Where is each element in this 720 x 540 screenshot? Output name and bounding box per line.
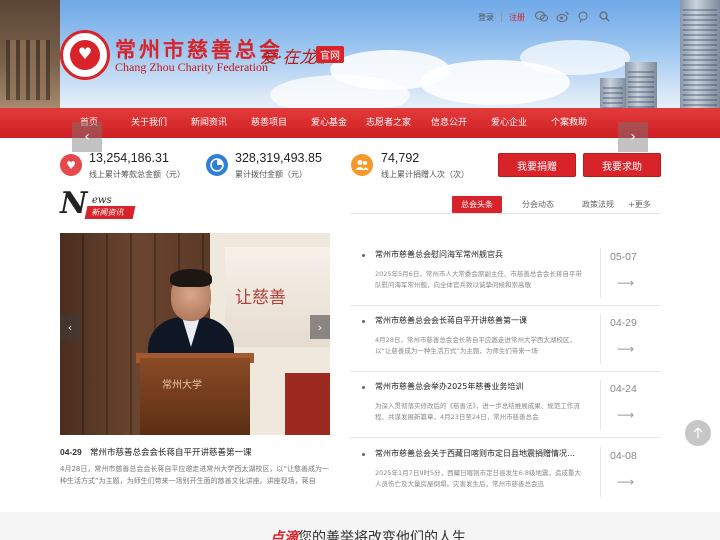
arrow-right-icon[interactable]: ⟶ [617,408,634,422]
stat-disbursed-value: 328,319,493.85 [235,151,322,165]
nav-item-news[interactable]: 新闻资讯 [191,108,227,138]
featured-date: 04-29 [60,447,82,457]
news-item-title[interactable]: 常州市慈善总会关于西藏日喀则市定日县地震捐赠情况… [375,448,585,459]
arrow-right-icon[interactable]: ⟶ [617,475,634,489]
news-item-desc: 2025年1月7日9时5分，西藏日喀则市定日县发生6.8级地震，造成重大人员伤亡… [375,469,581,488]
arrow-right-icon[interactable]: ⟶ [617,342,634,356]
featured-title[interactable]: 常州市慈善总会会长蒋自平开讲慈善第一课 [90,446,252,458]
back-to-top-button[interactable] [685,420,711,446]
news-item-date: 04-29 [610,317,637,329]
main-nav: 首页 关于我们 新闻资讯 慈善项目 爱心基金 志愿者之家 信息公开 爱心企业 个… [0,108,720,138]
featured-photo[interactable]: 让慈善 常州大学 ‹ › [60,233,330,435]
news-item-date: 04-08 [610,450,637,462]
heart-icon: ♥ [60,154,82,176]
news-heading-word: ews [92,195,112,206]
divider [600,380,601,430]
account-links: 登录 注册 [478,12,525,23]
search-icon[interactable] [597,10,611,23]
banner-next-button[interactable]: › [618,122,648,152]
pie-chart-icon [206,154,228,176]
banner-text: 让慈善 [235,288,286,308]
photo-next-button[interactable]: › [310,315,330,339]
stat-donors-label: 线上累计捐赠人次（次） [381,170,469,179]
podium: 常州大学 [140,358,250,435]
register-link[interactable]: 注册 [509,12,525,23]
nav-item-funds[interactable]: 爱心基金 [311,108,347,138]
tab-policies[interactable]: 政策法规 [582,196,614,213]
tab-branch-news[interactable]: 分会动态 [522,196,554,213]
divider [600,314,601,364]
pavilion-image [0,0,60,108]
stat-raised-value: 13,254,186.31 [89,151,169,165]
skyscraper-image [680,0,720,108]
podium-text: 常州大学 [162,380,202,391]
bottom-slogan-text: 您的善举将改变他们的人生 [298,530,466,540]
login-link[interactable]: 登录 [478,12,494,23]
bullet [362,453,365,456]
news-heading-cn: 新闻资讯 [84,206,136,219]
news-item-desc: 为深入贯彻落实修改后的《慈善法》，进一步总结推展成果、规范工作流程、共谋发展新篇… [375,402,580,421]
divider [600,248,601,298]
official-badge: 官网 [316,46,344,63]
donate-button[interactable]: 我要捐赠 [498,153,576,177]
banner-prev-button[interactable]: ‹ [72,122,102,152]
news-item-desc: 2025年5月6日，常州市人大常委会原副主任、市慈善总会会长蒋自平带队慰问海军常… [375,270,582,289]
divider [600,447,601,497]
social-icons [534,10,611,23]
nav-item-projects[interactable]: 慈善项目 [251,108,287,138]
nav-item-volunteers[interactable]: 志愿者之家 [366,108,411,138]
news-list-item[interactable]: 常州市慈善总会慰问海军常州舰官兵 2025年5月6日，常州市人大常委会原副主任、… [350,240,660,306]
featured-desc: 4月28日，常州市慈善总会会长蒋自平应邀走进常州大学西太湖校区，以“让慈善成为一… [60,465,329,485]
divider [501,13,502,22]
stat-raised-label: 线上累计筹款总金额（元） [89,170,185,179]
red-curtain [285,373,330,435]
weibo-icon[interactable] [555,10,569,23]
news-item-desc: 4月28日，常州市慈善总会会长蒋自平应邀走进常州大学西太湖校区，以“让慈善成为一… [375,336,576,355]
bottom-slogan-accent: 点滴 [270,530,298,540]
charity-logo[interactable] [60,30,110,80]
wechat-icon[interactable] [534,10,548,23]
news-list-item[interactable]: 常州市慈善总会会长蒋自平开讲慈善第一课 4月28日，常州市慈善总会会长蒋自平应邀… [350,306,660,372]
photo-prev-button[interactable]: ‹ [60,315,80,339]
tencent-weibo-icon[interactable] [576,10,590,23]
header-banner: 常州市慈善总会 Chang Zhou Charity Federation 爱·… [0,0,720,108]
more-link[interactable]: +更多 [628,196,651,213]
news-item-date: 04-24 [610,383,637,395]
arrow-right-icon[interactable]: ⟶ [617,276,634,290]
building-image [625,62,657,108]
bullet [362,320,365,323]
divider [350,437,660,438]
people-icon [351,154,373,176]
seek-help-button[interactable]: 我要求助 [583,153,661,177]
news-item-title[interactable]: 常州市慈善总会会长蒋自平开讲慈善第一课 [375,315,585,326]
news-heading-letter: N [60,186,88,221]
news-tabs: 总会头条 分会动态 政策法规 +更多 [452,196,651,213]
bottom-slogan: 点滴您的善举将改变他们的人生 [270,527,466,540]
news-item-title[interactable]: 常州市慈善总会举办2025年慈善业务培训 [375,381,585,392]
news-item-date: 05-07 [610,251,637,263]
stat-disbursed-label: 累计拨付金额（元） [235,170,307,179]
news-item-title[interactable]: 常州市慈善总会慰问海军常州舰官兵 [375,249,585,260]
cloud-decoration [520,40,630,75]
news-list-item[interactable]: 常州市慈善总会关于西藏日喀则市定日县地震捐赠情况… 2025年1月7日9时5分，… [350,439,660,505]
bullet [362,254,365,257]
news-list-item[interactable]: 常州市慈善总会举办2025年慈善业务培训 为深入贯彻落实修改后的《慈善法》，进一… [350,372,660,438]
bullet [362,386,365,389]
slogan: 爱·在龙城 [260,48,324,68]
tabs-divider [350,213,660,214]
speaker-hair [170,269,212,287]
nav-item-aid[interactable]: 个案救助 [551,108,587,138]
site-subtitle: Chang Zhou Charity Federation [115,60,268,74]
stat-donors-value: 74,792 [381,151,420,165]
nav-item-disclosure[interactable]: 信息公开 [431,108,467,138]
building-image [600,78,626,108]
tab-headlines[interactable]: 总会头条 [452,196,502,213]
nav-item-about[interactable]: 关于我们 [131,108,167,138]
page: 常州市慈善总会 Chang Zhou Charity Federation 爱·… [0,0,720,540]
nav-item-enterprises[interactable]: 爱心企业 [491,108,527,138]
cloud-decoration [270,75,410,108]
